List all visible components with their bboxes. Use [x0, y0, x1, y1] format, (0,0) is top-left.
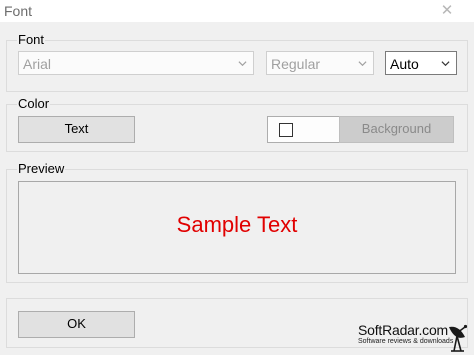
chevron-down-icon — [441, 61, 450, 67]
chevron-down-icon — [358, 61, 367, 67]
chevron-down-icon — [238, 61, 247, 67]
preview-area: Sample Text — [18, 181, 456, 274]
color-group-label: Color — [17, 96, 51, 111]
window-title: Font — [4, 3, 33, 19]
text-color-button[interactable]: Text — [18, 116, 135, 143]
watermark-tagline: Software reviews & downloads — [358, 338, 454, 345]
font-style-dropdown[interactable]: Regular — [266, 51, 374, 75]
satellite-dish-icon — [449, 324, 468, 352]
font-size-value: Auto — [390, 56, 419, 72]
title-bar: Font ✕ — [0, 0, 474, 22]
font-family-value: Arial — [23, 56, 52, 72]
background-color-button-label: Background — [361, 121, 432, 136]
sample-text: Sample Text — [176, 212, 298, 237]
color-swatch-frame — [267, 116, 340, 143]
color-swatch-checkbox[interactable] — [279, 123, 293, 137]
text-color-button-label: Text — [64, 121, 89, 136]
font-group-label: Font — [17, 32, 46, 47]
background-color-button[interactable]: Background — [339, 116, 454, 143]
watermark-brand: SoftRadar.com — [358, 322, 448, 338]
font-size-dropdown[interactable]: Auto — [385, 51, 457, 75]
ok-button[interactable]: OK — [18, 311, 135, 338]
font-family-dropdown[interactable]: Arial — [18, 51, 254, 75]
font-style-value: Regular — [271, 56, 321, 72]
preview-group-label: Preview — [17, 161, 66, 176]
close-icon[interactable]: ✕ — [438, 1, 456, 21]
ok-button-label: OK — [67, 316, 86, 331]
